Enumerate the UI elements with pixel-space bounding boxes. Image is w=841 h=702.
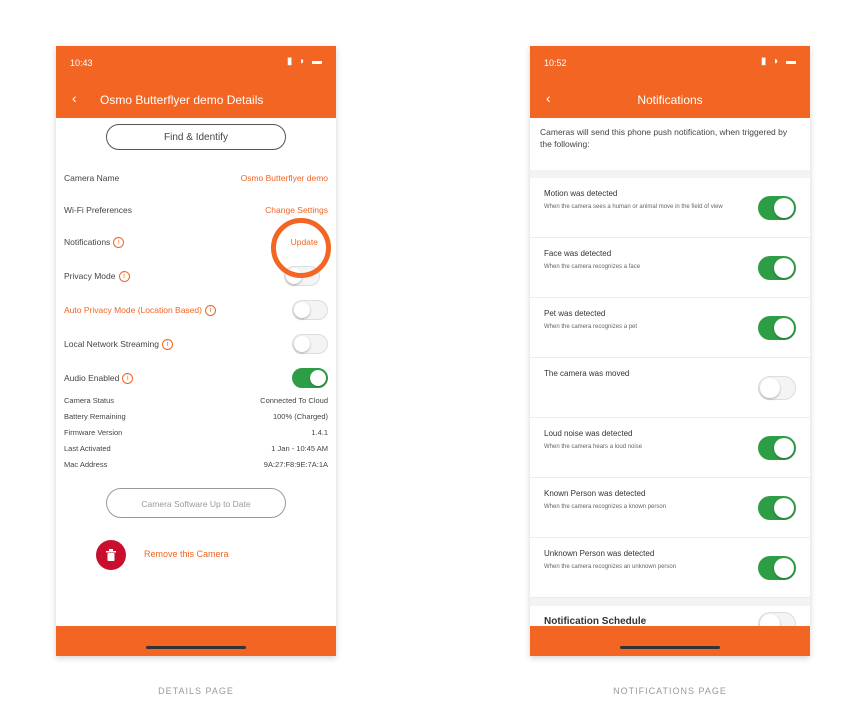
notification-description: When the camera recognizes a pet	[544, 324, 638, 330]
status-time: 10:52	[544, 58, 567, 68]
firmware-row: Firmware Version 1.4.1	[64, 428, 328, 441]
camera-status-value: Connected To Cloud	[260, 396, 328, 405]
notification-description: When the camera hears a loud noise	[544, 444, 643, 450]
notifications-label: Notifications	[64, 237, 111, 247]
info-icon[interactable]: i	[122, 373, 134, 385]
camera-name-value[interactable]: Osmo Butterflyer demo	[241, 173, 328, 183]
mac-address-label: Mac Address	[64, 460, 108, 469]
last-activated-value: 1 Jan - 10:45 AM	[271, 444, 328, 453]
notification-settings-list: Motion was detected When the camera sees…	[530, 170, 810, 646]
info-icon[interactable]: i	[204, 305, 216, 317]
firmware-label: Firmware Version	[64, 428, 123, 437]
notification-title: Pet was detected	[544, 309, 606, 318]
notifications-page-caption: NOTIFICATIONS PAGE	[613, 686, 727, 696]
notification-item-loud-noise: Loud noise was detected When the camera …	[530, 418, 810, 478]
home-indicator[interactable]	[620, 646, 720, 649]
details-page-caption: DETAILS PAGE	[158, 686, 234, 696]
notification-description: When the camera recognizes a known perso…	[544, 504, 667, 510]
local-network-streaming-toggle[interactable]	[292, 334, 328, 354]
wifi-preferences-row[interactable]: Wi-Fi Preferences Change Settings	[64, 198, 328, 222]
details-phone-screen: 10:43 ▮ ◗ ▬ ‹ Osmo Butterflyer demo Deta…	[56, 46, 336, 656]
status-bar: 10:43 ▮ ◗ ▬	[56, 46, 336, 80]
audio-enabled-row: Audio Enabled i	[64, 366, 328, 390]
notifications-row[interactable]: Notifications i Update	[64, 230, 328, 254]
unknown-person-toggle[interactable]	[758, 556, 796, 580]
status-bar: 10:52 ▮ ◗ ▬	[530, 46, 810, 80]
audio-enabled-toggle[interactable]	[292, 368, 328, 388]
notification-title: Unknown Person was detected	[544, 549, 655, 558]
audio-enabled-label: Audio Enabled	[64, 373, 120, 383]
page-title: Notifications	[637, 93, 703, 107]
software-update-button[interactable]: Camera Software Up to Date	[106, 488, 286, 518]
system-status-icons: ▮ ◗ ▬	[760, 56, 798, 67]
privacy-mode-row: Privacy Mode i	[64, 264, 328, 288]
home-indicator[interactable]	[146, 646, 246, 649]
bottom-bar	[530, 626, 810, 656]
wifi-preferences-label: Wi-Fi Preferences	[64, 205, 133, 215]
notification-title: Loud noise was detected	[544, 429, 633, 438]
auto-privacy-mode-label: Auto Privacy Mode (Location Based)	[64, 305, 202, 315]
back-arrow-icon[interactable]: ‹	[72, 90, 77, 106]
privacy-mode-label: Privacy Mode	[64, 271, 116, 281]
info-icon[interactable]: i	[161, 339, 173, 351]
auto-privacy-mode-toggle[interactable]	[292, 300, 328, 320]
battery-value: 100% (Charged)	[272, 412, 328, 421]
notification-item-face: Face was detected When the camera recogn…	[530, 238, 810, 298]
last-activated-row: Last Activated 1 Jan - 10:45 AM	[64, 444, 328, 457]
notification-title: Face was detected	[544, 249, 612, 258]
battery-row: Battery Remaining 100% (Charged)	[64, 412, 328, 425]
notification-title: The camera was moved	[544, 369, 630, 378]
local-network-streaming-label: Local Network Streaming	[64, 339, 159, 349]
camera-status-label: Camera Status	[64, 396, 115, 405]
trash-icon[interactable]	[96, 540, 126, 570]
notification-title: Motion was detected	[544, 189, 618, 198]
auto-privacy-mode-row: Auto Privacy Mode (Location Based) i	[64, 298, 328, 322]
pet-toggle[interactable]	[758, 316, 796, 340]
notifications-intro-text: Cameras will send this phone push notifi…	[540, 127, 788, 149]
battery-label: Battery Remaining	[64, 412, 126, 421]
camera-moved-toggle[interactable]	[758, 376, 796, 400]
info-icon[interactable]: i	[118, 271, 130, 283]
known-person-toggle[interactable]	[758, 496, 796, 520]
status-time: 10:43	[70, 58, 93, 68]
info-icon[interactable]: i	[113, 237, 125, 249]
nav-bar: ‹ Notifications	[530, 80, 810, 118]
camera-name-row[interactable]: Camera Name Osmo Butterflyer demo	[64, 166, 328, 190]
notifications-update-link[interactable]: Update	[291, 237, 318, 247]
motion-toggle[interactable]	[758, 196, 796, 220]
face-toggle[interactable]	[758, 256, 796, 280]
bottom-bar	[56, 626, 336, 656]
last-activated-label: Last Activated	[64, 444, 111, 453]
local-network-streaming-row: Local Network Streaming i	[64, 332, 328, 356]
notification-item-motion: Motion was detected When the camera sees…	[530, 178, 810, 238]
notification-item-pet: Pet was detected When the camera recogni…	[530, 298, 810, 358]
notification-description: When the camera recognizes an unknown pe…	[544, 564, 677, 570]
change-settings-link[interactable]: Change Settings	[265, 205, 328, 215]
firmware-value: 1.4.1	[311, 428, 328, 437]
find-identify-button[interactable]: Find & Identify	[106, 124, 286, 150]
notification-item-unknown-person: Unknown Person was detected When the cam…	[530, 538, 810, 598]
notification-item-known-person: Known Person was detected When the camer…	[530, 478, 810, 538]
page-title: Osmo Butterflyer demo Details	[100, 93, 264, 107]
camera-status-row: Camera Status Connected To Cloud	[64, 396, 328, 409]
notifications-phone-screen: 10:52 ▮ ◗ ▬ ‹ Notifications Cameras will…	[530, 46, 810, 656]
mac-address-row: Mac Address 9A:27:F8:9E:7A:1A	[64, 460, 328, 473]
system-status-icons: ▮ ◗ ▬	[286, 56, 324, 67]
nav-bar: ‹ Osmo Butterflyer demo Details	[56, 80, 336, 118]
privacy-mode-toggle[interactable]	[284, 266, 320, 286]
loud-noise-toggle[interactable]	[758, 436, 796, 460]
notification-description: When the camera recognizes a face	[544, 264, 641, 270]
remove-camera-label[interactable]: Remove this Camera	[144, 549, 229, 559]
notification-item-moved: The camera was moved	[530, 358, 810, 418]
notification-description: When the camera sees a human or animal m…	[544, 204, 723, 210]
mac-address-value: 9A:27:F8:9E:7A:1A	[263, 460, 328, 469]
notification-title: Known Person was detected	[544, 489, 646, 498]
remove-camera-button[interactable]: Remove this Camera	[96, 540, 296, 570]
camera-name-label: Camera Name	[64, 173, 120, 183]
